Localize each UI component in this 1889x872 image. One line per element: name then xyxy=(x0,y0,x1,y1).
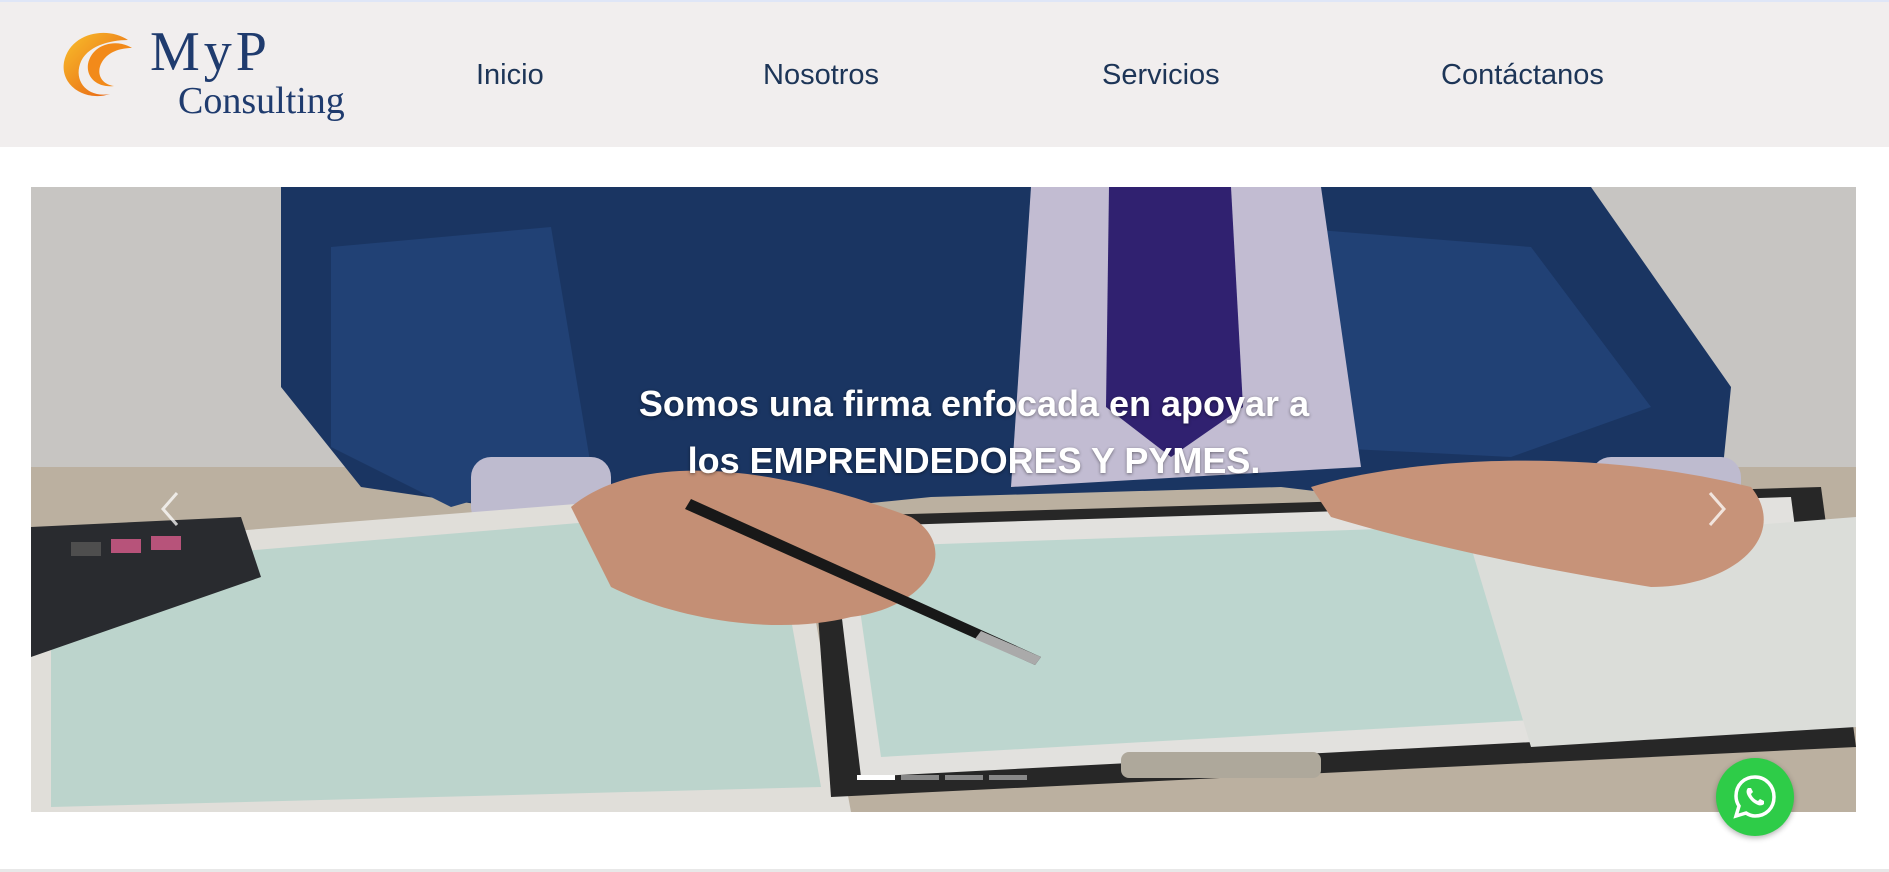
nav-item-inicio[interactable]: Inicio xyxy=(476,58,544,92)
carousel-indicator-3[interactable] xyxy=(945,775,983,780)
hero-background-image xyxy=(31,187,1856,812)
carousel-indicator-1[interactable] xyxy=(857,775,895,780)
main-navigation: Inicio Nosotros Servicios Contáctanos xyxy=(0,2,1889,147)
site-header: MyP Consulting Inicio Nosotros Servicios… xyxy=(0,2,1889,147)
carousel-next-button[interactable] xyxy=(1698,479,1738,539)
chevron-right-icon xyxy=(1708,492,1726,526)
carousel-indicator-4[interactable] xyxy=(989,775,1027,780)
carousel-prev-button[interactable] xyxy=(149,479,189,539)
hero-caption: Somos una firma enfocada en apoyar a los… xyxy=(638,383,1310,481)
carousel-indicator-2[interactable] xyxy=(901,775,939,780)
whatsapp-button[interactable] xyxy=(1716,758,1794,836)
carousel-indicators xyxy=(857,775,1057,781)
nav-item-contactanos[interactable]: Contáctanos xyxy=(1441,58,1604,92)
chevron-left-icon xyxy=(161,492,179,526)
nav-item-nosotros[interactable]: Nosotros xyxy=(763,58,879,92)
nav-item-servicios[interactable]: Servicios xyxy=(1102,58,1220,92)
hero-carousel: Somos una firma enfocada en apoyar a los… xyxy=(31,187,1856,812)
whatsapp-icon xyxy=(1733,775,1776,819)
